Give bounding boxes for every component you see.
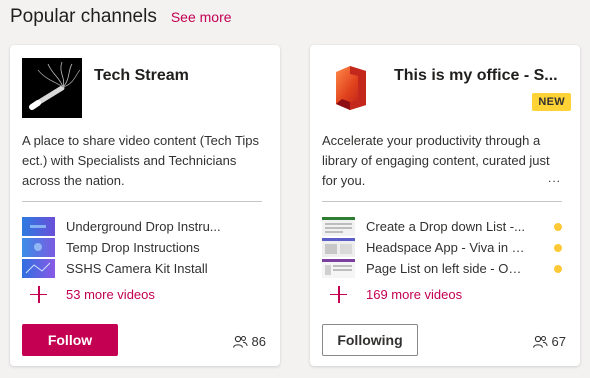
video-title: Page List on left side - On...	[366, 261, 526, 276]
video-list: Create a Drop down List -... Headspace A…	[322, 216, 562, 307]
more-videos-label: 169 more videos	[366, 287, 463, 302]
list-item[interactable]: Underground Drop Instru...	[22, 216, 262, 237]
channel-thumbnail[interactable]	[22, 58, 82, 118]
unread-dot	[554, 264, 562, 273]
plus-icon	[22, 285, 55, 305]
new-badge: NEW	[532, 93, 571, 111]
channel-title[interactable]: Tech Stream	[94, 67, 268, 85]
video-title: Underground Drop Instru...	[66, 219, 221, 234]
video-thumbnail-icon	[322, 259, 355, 278]
list-item[interactable]: Page List on left side - On...	[322, 258, 562, 279]
video-thumbnail-icon	[322, 217, 355, 236]
followers-icon	[532, 335, 548, 348]
more-videos-link[interactable]: 53 more videos	[22, 282, 262, 307]
follower-count: 86	[232, 334, 266, 349]
plus-icon	[322, 285, 355, 305]
video-title: Temp Drop Instructions	[66, 240, 200, 255]
more-videos-label: 53 more videos	[66, 287, 155, 302]
video-title: Create a Drop down List -...	[366, 219, 525, 234]
list-item[interactable]: Temp Drop Instructions	[22, 237, 262, 258]
video-title: Headspace App - Viva in T...	[366, 240, 526, 255]
followers-icon	[232, 335, 248, 348]
follower-count-value: 67	[551, 334, 566, 349]
channel-description: Accelerate your productivity through a l…	[322, 133, 550, 188]
divider	[322, 201, 562, 202]
unread-dot	[554, 243, 562, 252]
follower-count-value: 86	[251, 334, 266, 349]
video-thumbnail-icon	[322, 238, 355, 257]
follow-button[interactable]: Follow	[22, 324, 118, 356]
more-dots[interactable]: ...	[548, 171, 561, 185]
list-item[interactable]: Create a Drop down List -...	[322, 216, 562, 237]
channel-thumbnail[interactable]	[322, 58, 382, 118]
unread-dot	[554, 222, 562, 231]
list-item[interactable]: SSHS Camera Kit Install	[22, 258, 262, 279]
following-button[interactable]: Following	[322, 324, 418, 356]
section-header: Popular channels See more	[10, 6, 232, 28]
channel-card-my-office[interactable]: This is my office - S... NEW Accelerate …	[310, 45, 580, 366]
more-videos-link[interactable]: 169 more videos	[322, 282, 562, 307]
video-thumbnail-icon	[22, 259, 55, 278]
channel-title[interactable]: This is my office - S...	[394, 67, 568, 85]
follower-count: 67	[532, 334, 566, 349]
section-title: Popular channels	[10, 6, 157, 27]
divider	[22, 201, 262, 202]
channel-description: A place to share video content (Tech Tip…	[22, 133, 260, 188]
channel-card-tech-stream[interactable]: Tech Stream A place to share video conte…	[10, 45, 280, 366]
video-title: SSHS Camera Kit Install	[66, 261, 208, 276]
video-list: Underground Drop Instru... Temp Drop Ins…	[22, 216, 262, 307]
see-more-link[interactable]: See more	[171, 9, 232, 25]
video-thumbnail-icon	[22, 217, 55, 236]
list-item[interactable]: Headspace App - Viva in T...	[322, 237, 562, 258]
video-thumbnail-icon	[22, 238, 55, 257]
office-logo-icon	[322, 58, 382, 118]
